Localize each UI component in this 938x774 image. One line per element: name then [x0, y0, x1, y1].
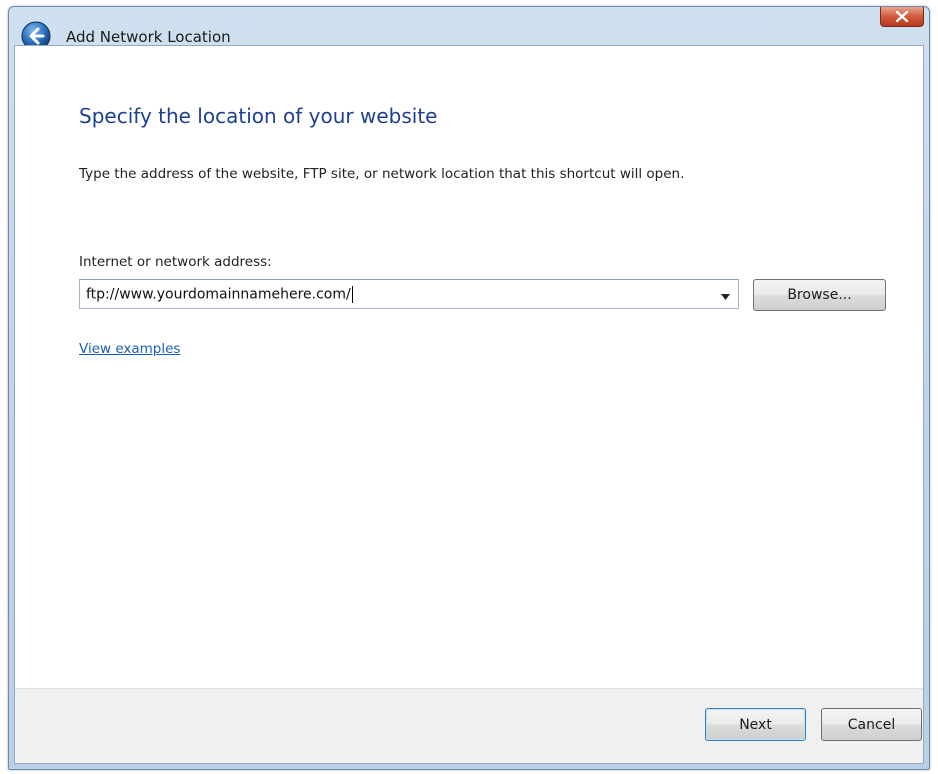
- address-label: Internet or network address:: [79, 254, 272, 270]
- address-input[interactable]: ftp://www.yourdomainnamehere.com/: [80, 285, 712, 303]
- address-combobox[interactable]: ftp://www.yourdomainnamehere.com/: [79, 279, 739, 309]
- view-examples-link[interactable]: View examples: [79, 341, 180, 357]
- dropdown-button[interactable]: [712, 280, 738, 308]
- page-heading: Specify the location of your website: [79, 104, 438, 128]
- cancel-button[interactable]: Cancel: [821, 708, 922, 741]
- dialog-window: Add Network Location Specify the locatio…: [8, 6, 930, 770]
- dialog-footer: Next Cancel: [15, 688, 923, 763]
- dialog-title: Add Network Location: [66, 28, 231, 46]
- dialog-content: Specify the location of your website Typ…: [14, 45, 924, 764]
- close-button[interactable]: [880, 7, 924, 27]
- chevron-down-icon: [720, 285, 730, 304]
- browse-button[interactable]: Browse...: [753, 279, 886, 311]
- next-button[interactable]: Next: [705, 708, 806, 741]
- close-icon: [895, 11, 909, 22]
- instruction-text: Type the address of the website, FTP sit…: [79, 166, 685, 182]
- text-caret: [351, 285, 353, 303]
